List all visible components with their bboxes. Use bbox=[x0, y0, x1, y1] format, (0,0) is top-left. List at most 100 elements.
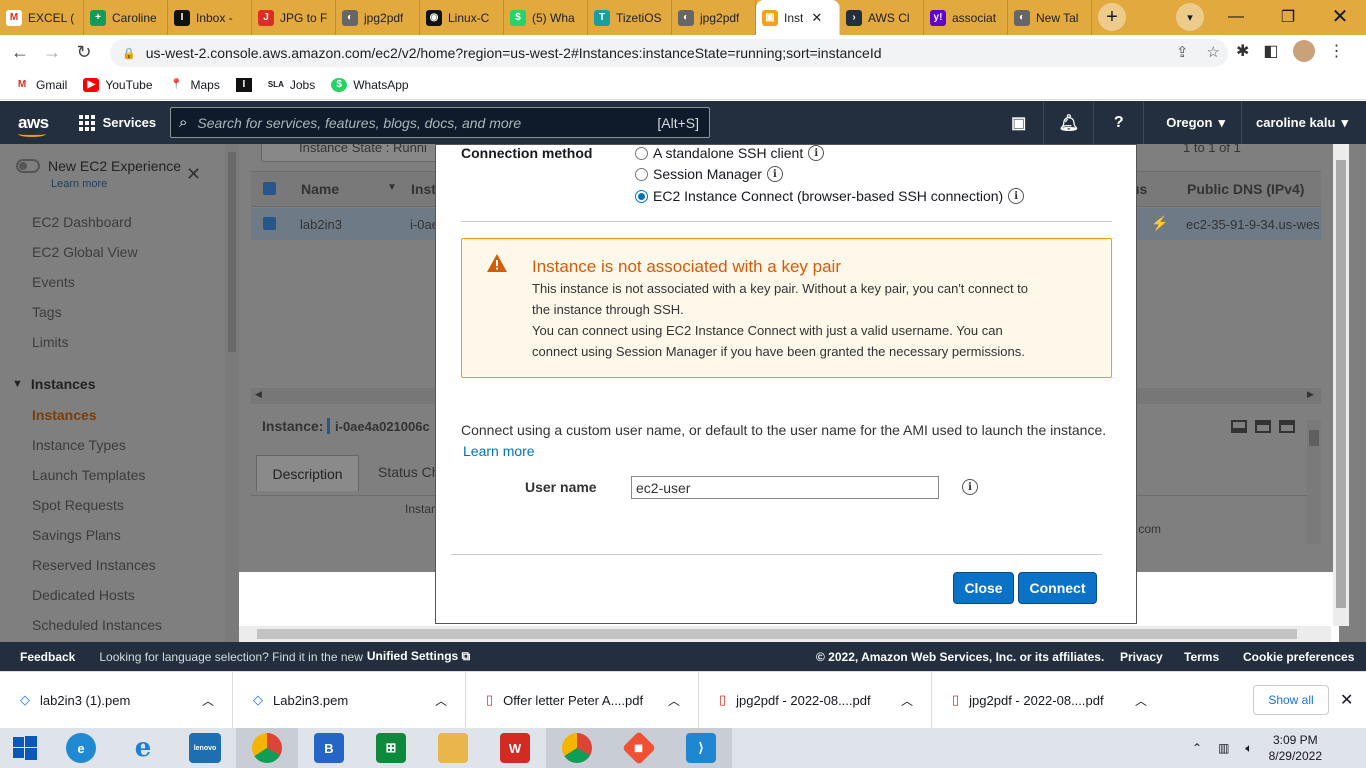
bookmark-jobs[interactable]: SLA Jobs bbox=[268, 78, 315, 92]
bookmark-gmail[interactable]: M Gmail bbox=[14, 78, 68, 92]
tab-status-checks[interactable]: Status Ch bbox=[378, 464, 439, 480]
download-item[interactable]: ▯ jpg2pdf - 2022-08....pdf ︿ bbox=[932, 672, 1165, 729]
bookmark-youtube[interactable]: ▶ YouTube bbox=[83, 77, 153, 92]
page-scrollbar-vertical[interactable] bbox=[1333, 144, 1349, 626]
side-panel-icon[interactable]: ◧ bbox=[1263, 41, 1278, 61]
sidebar-item-dashboard[interactable]: EC2 Dashboard bbox=[32, 214, 132, 230]
option-instance-connect[interactable]: EC2 Instance Connect (browser-based SSH … bbox=[635, 188, 1025, 204]
avatar[interactable] bbox=[1292, 40, 1315, 62]
bell-icon[interactable]: 🔔︎ bbox=[1044, 101, 1095, 144]
forward-icon[interactable]: → bbox=[36, 37, 68, 69]
tab-5[interactable]: ◉ Linux-C bbox=[420, 0, 504, 35]
connect-button[interactable]: Connect bbox=[1018, 572, 1097, 604]
sidebar-item-savings-plans[interactable]: Savings Plans bbox=[32, 527, 121, 543]
info-icon[interactable]: i bbox=[766, 166, 783, 182]
sidebar-item-spot-requests[interactable]: Spot Requests bbox=[32, 497, 124, 513]
chevron-up-icon[interactable]: ︿ bbox=[202, 692, 214, 709]
privacy-link[interactable]: Privacy bbox=[1120, 650, 1163, 664]
tab-description[interactable]: Description bbox=[256, 455, 359, 491]
info-icon[interactable]: i bbox=[1008, 188, 1025, 204]
menu-icon[interactable]: ⋮ bbox=[1329, 41, 1345, 61]
share-icon[interactable]: ⇪ bbox=[1176, 43, 1189, 61]
radio-session-manager[interactable] bbox=[635, 167, 648, 181]
column-header-public-dns[interactable]: Public DNS (IPv4) bbox=[1187, 181, 1304, 197]
tab-2[interactable]: I Inbox - bbox=[168, 0, 252, 35]
radio-ssh-client[interactable] bbox=[635, 146, 648, 160]
chevron-up-icon[interactable]: ︿ bbox=[668, 692, 680, 709]
new-experience-toggle[interactable]: New EC2 Experience bbox=[16, 158, 181, 174]
info-icon[interactable]: i bbox=[962, 479, 978, 495]
learn-more-link[interactable]: Learn more bbox=[463, 443, 535, 459]
tab-9[interactable]: ▣ Inst ✕ bbox=[756, 0, 840, 35]
taskbar-chrome-2[interactable] bbox=[546, 728, 608, 768]
taskbar-git[interactable]: ◆ bbox=[608, 728, 670, 768]
sidebar-item-tags[interactable]: Tags bbox=[32, 304, 62, 320]
bookmark-outlook[interactable]: I bbox=[235, 77, 252, 92]
chevron-up-icon[interactable]: ︿ bbox=[901, 692, 913, 709]
taskbar-edge[interactable]: e bbox=[50, 728, 112, 768]
clock[interactable]: 3:09 PM 8/29/2022 bbox=[1269, 732, 1322, 764]
bookmark-whatsapp[interactable]: $ WhatsApp bbox=[331, 77, 409, 92]
sidebar-item-launch-templates[interactable]: Launch Templates bbox=[32, 467, 145, 483]
tab-0[interactable]: M EXCEL ( bbox=[0, 0, 84, 35]
tray-expand-icon[interactable]: ⌃ bbox=[1192, 741, 1202, 755]
volume-icon[interactable]: 🔈︎ bbox=[1245, 741, 1252, 756]
sidebar-item-limits[interactable]: Limits bbox=[32, 334, 69, 350]
minimize-icon[interactable]: — bbox=[1210, 0, 1262, 33]
download-item[interactable]: ◇ Lab2in3.pem ︿ bbox=[233, 671, 466, 729]
services-menu-button[interactable]: Services bbox=[78, 114, 156, 131]
row-checkbox[interactable] bbox=[263, 217, 276, 230]
page-scrollbar-horizontal[interactable] bbox=[239, 626, 1331, 642]
close-icon[interactable]: ✕ bbox=[186, 164, 201, 185]
close-tab-icon[interactable]: ✕ bbox=[811, 10, 822, 26]
back-icon[interactable]: ← bbox=[4, 37, 36, 69]
show-all-button[interactable]: Show all bbox=[1253, 685, 1329, 715]
sidebar-item-global-view[interactable]: EC2 Global View bbox=[32, 244, 138, 260]
help-icon[interactable]: ? bbox=[1094, 101, 1145, 144]
taskbar-app-b[interactable]: B bbox=[298, 728, 360, 768]
sidebar-item-instances[interactable]: Instances bbox=[32, 407, 97, 423]
taskbar-lenovo[interactable]: lenovo bbox=[174, 728, 236, 768]
sidebar-section-instances[interactable]: ▼ Instances bbox=[12, 376, 95, 392]
tab-6[interactable]: $ (5) Wha bbox=[504, 0, 588, 35]
taskbar-ie[interactable]: e bbox=[112, 728, 174, 768]
scroll-right-icon[interactable]: ▶ bbox=[1307, 389, 1314, 400]
bookmark-maps[interactable]: 📍 Maps bbox=[169, 78, 220, 92]
scroll-left-icon[interactable]: ◀ bbox=[255, 389, 262, 400]
restore-icon[interactable]: ❐ bbox=[1262, 0, 1314, 33]
detail-scrollbar[interactable] bbox=[1307, 420, 1321, 544]
cookie-preferences-link[interactable]: Cookie preferences bbox=[1243, 650, 1354, 664]
sidebar-scrollbar[interactable] bbox=[225, 144, 239, 642]
tab-10[interactable]: › AWS Cl bbox=[840, 0, 924, 35]
start-button[interactable] bbox=[0, 728, 50, 768]
column-header-instance[interactable]: Inst bbox=[411, 181, 436, 197]
tab-11[interactable]: y! associat bbox=[924, 0, 1008, 35]
close-window-icon[interactable]: ✕ bbox=[1314, 0, 1366, 33]
network-icon[interactable]: ▥ bbox=[1218, 741, 1229, 755]
sidebar-item-instance-types[interactable]: Instance Types bbox=[32, 437, 126, 453]
cloudshell-icon[interactable]: ▣ bbox=[994, 101, 1045, 144]
tab-3[interactable]: J JPG to F bbox=[252, 0, 336, 35]
account-menu[interactable]: caroline kalu ▾ bbox=[1242, 115, 1366, 131]
bookmark-star-icon[interactable]: ☆ bbox=[1207, 43, 1220, 61]
chevron-up-icon[interactable]: ︿ bbox=[435, 692, 447, 709]
download-item[interactable]: ▯ Offer letter Peter A....pdf ︿ bbox=[466, 671, 699, 729]
radio-instance-connect[interactable] bbox=[635, 189, 648, 203]
sidebar-item-scheduled-instances[interactable]: Scheduled Instances bbox=[32, 617, 162, 633]
new-tab-button[interactable]: + bbox=[1098, 3, 1126, 31]
aws-logo[interactable]: aws bbox=[18, 113, 49, 137]
tab-7[interactable]: T TizetiOS bbox=[588, 0, 672, 35]
taskbar-store[interactable]: ⊞ bbox=[360, 728, 422, 768]
address-bar[interactable]: 🔒 us-west-2.console.aws.amazon.com/ec2/v… bbox=[110, 39, 1228, 67]
column-header-name[interactable]: Name bbox=[301, 181, 339, 197]
taskbar-wps[interactable]: W bbox=[484, 728, 546, 768]
info-icon[interactable]: i bbox=[808, 145, 825, 161]
unified-settings-link[interactable]: Unified Settings ⧉ bbox=[367, 649, 470, 664]
close-button[interactable]: Close bbox=[953, 572, 1014, 604]
aws-search-input[interactable]: ⌕ Search for services, features, blogs, … bbox=[170, 107, 710, 138]
tab-search-icon[interactable]: ▾ bbox=[1176, 3, 1204, 31]
option-session-manager[interactable]: Session Manager i bbox=[635, 166, 783, 182]
taskbar-explorer[interactable] bbox=[422, 728, 484, 768]
reload-icon[interactable]: ↻ bbox=[68, 37, 100, 69]
terms-link[interactable]: Terms bbox=[1184, 650, 1219, 664]
